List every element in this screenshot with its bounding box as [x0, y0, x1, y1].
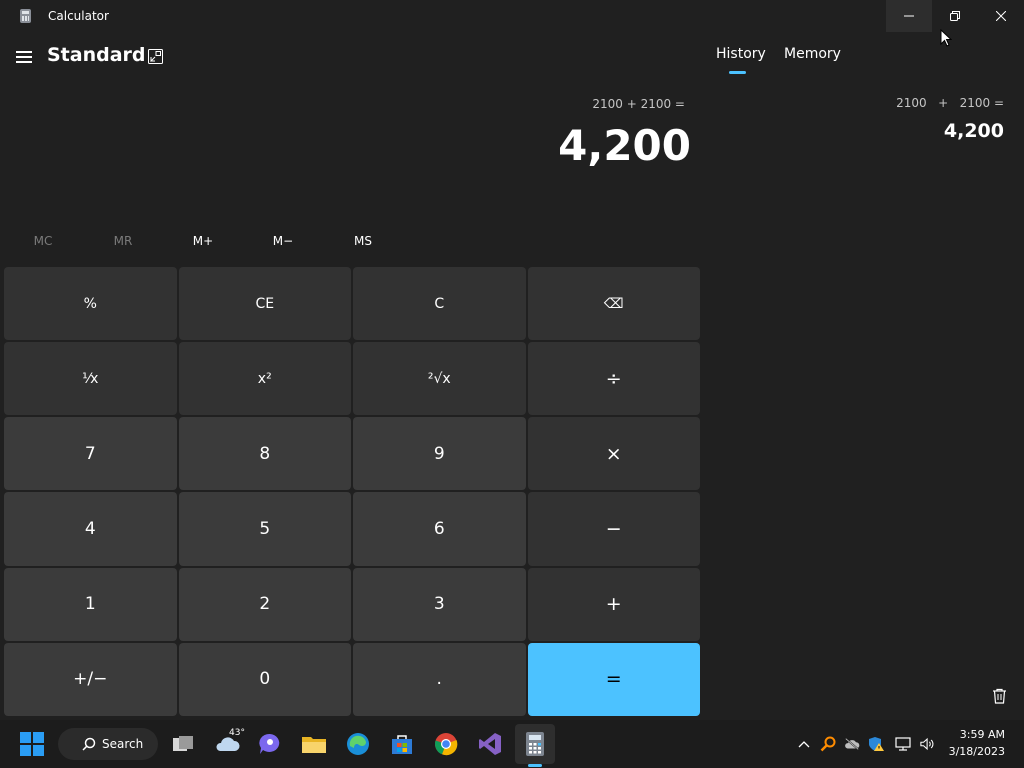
equals-key[interactable]: =	[527, 642, 700, 716]
divide-key[interactable]: ÷	[527, 342, 700, 416]
digit-4-key[interactable]: 4	[4, 492, 177, 566]
memory-add-button[interactable]: M+	[163, 234, 243, 252]
close-icon	[996, 11, 1006, 21]
search-icon	[82, 737, 96, 751]
tab-memory[interactable]: Memory	[784, 46, 841, 62]
decimal-key[interactable]: .	[353, 642, 526, 716]
result-display: 4,200	[558, 121, 691, 170]
clock-time[interactable]: 3:59 AM	[960, 728, 1005, 741]
add-key[interactable]: +	[527, 567, 700, 641]
tab-selected-indicator	[729, 71, 746, 74]
digit-9-key[interactable]: 9	[353, 417, 526, 491]
digit-5-key[interactable]: 5	[178, 492, 351, 566]
weather-temperature: 43°	[229, 728, 245, 738]
multiply-key[interactable]: ×	[527, 417, 700, 491]
mouse-cursor-icon	[940, 29, 952, 47]
tab-history[interactable]: History	[716, 46, 766, 62]
clear-entry-key[interactable]: CE	[178, 267, 351, 341]
store-icon[interactable]	[386, 728, 418, 760]
memory-subtract-button[interactable]: M−	[243, 234, 323, 252]
chrome-icon[interactable]	[430, 728, 462, 760]
digit-6-key[interactable]: 6	[353, 492, 526, 566]
clock-date[interactable]: 3/18/2023	[949, 745, 1005, 758]
cloud-offline-icon[interactable]	[844, 736, 860, 752]
minimize-button[interactable]	[886, 0, 932, 32]
digit-2-key[interactable]: 2	[178, 567, 351, 641]
calculator-icon	[20, 9, 31, 23]
minimize-icon	[904, 15, 914, 17]
square-root-key[interactable]: ²√x	[353, 342, 526, 416]
history-result[interactable]: 4,200	[944, 120, 1004, 142]
close-button[interactable]	[978, 0, 1024, 32]
mode-title: Standard	[47, 44, 146, 66]
subtract-key[interactable]: −	[527, 492, 700, 566]
clear-key[interactable]: C	[353, 267, 526, 341]
square-key[interactable]: x²	[178, 342, 351, 416]
restore-icon	[950, 11, 960, 21]
keypad: % CE C ⌫ ⅟x x² ²√x ÷ 7 8 9 × 4 5 6− 1 2 3 + +/− 0. =	[4, 267, 700, 716]
digit-0-key[interactable]: 0	[178, 642, 351, 716]
percent-key[interactable]: %	[4, 267, 177, 341]
edge-icon[interactable]	[342, 728, 374, 760]
hamburger-icon[interactable]	[16, 48, 32, 64]
active-app-indicator	[528, 764, 542, 767]
negate-key[interactable]: +/−	[4, 642, 177, 716]
reciprocal-key[interactable]: ⅟x	[4, 342, 177, 416]
restore-button[interactable]	[932, 0, 978, 32]
window-title: Calculator	[48, 9, 109, 23]
memory-recall-button[interactable]: MR	[83, 234, 163, 252]
calculator-icon[interactable]	[519, 728, 551, 760]
network-icon[interactable]	[895, 736, 911, 752]
visual-studio-icon[interactable]	[474, 728, 506, 760]
digit-8-key[interactable]: 8	[178, 417, 351, 491]
digit-7-key[interactable]: 7	[4, 417, 177, 491]
backspace-key[interactable]: ⌫	[527, 267, 700, 341]
title-bar: Calculator	[0, 0, 1024, 32]
digit-3-key[interactable]: 3	[353, 567, 526, 641]
history-expression[interactable]: 2100 + 2100 =	[896, 96, 1004, 110]
volume-icon[interactable]	[920, 736, 936, 752]
task-view-icon[interactable]	[167, 728, 199, 760]
taskbar-search[interactable]: Search	[58, 728, 158, 760]
file-explorer-icon[interactable]	[298, 728, 330, 760]
taskbar: Search 43° 3:59 AM 3/18/2023	[0, 720, 1024, 768]
show-hidden-icons-chevron-icon[interactable]	[796, 736, 812, 752]
search-magnifier-icon[interactable]	[820, 736, 836, 752]
windows-start-icon[interactable]	[16, 728, 48, 760]
trash-icon[interactable]	[992, 688, 1007, 704]
memory-store-button[interactable]: MS	[323, 234, 403, 252]
teams-chat-icon[interactable]	[254, 728, 286, 760]
security-warning-icon[interactable]	[868, 736, 884, 752]
search-label: Search	[102, 737, 144, 751]
digit-1-key[interactable]: 1	[4, 567, 177, 641]
expression-display: 2100 + 2100 =	[592, 97, 685, 111]
memory-clear-button[interactable]: MC	[3, 234, 83, 252]
keep-on-top-icon[interactable]	[148, 49, 163, 64]
